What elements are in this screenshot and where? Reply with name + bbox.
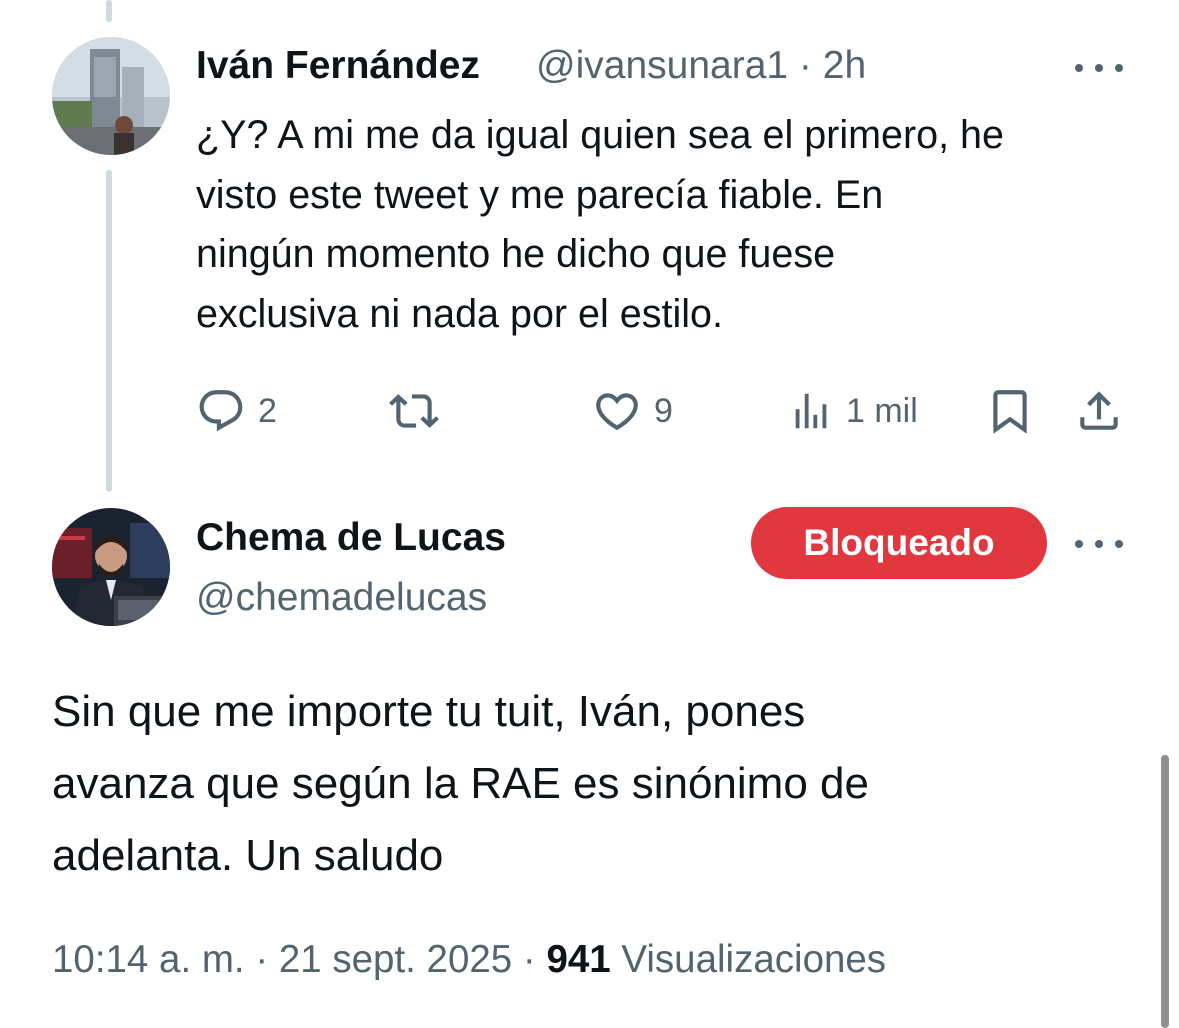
like-count: 9 xyxy=(654,391,673,430)
retweet-icon xyxy=(389,394,439,428)
reply-button[interactable]: 2 xyxy=(196,385,277,437)
bookmark-icon xyxy=(993,390,1027,434)
views-icon xyxy=(795,393,827,429)
separator-dot: · xyxy=(798,44,812,87)
thread-line-top xyxy=(106,0,112,22)
reply-time[interactable]: 2h xyxy=(823,44,866,87)
reply-handle[interactable]: @ivansunara1 · 2h xyxy=(536,44,866,88)
more-icon[interactable] xyxy=(1075,534,1123,554)
reply-count: 2 xyxy=(258,391,277,430)
views-label: Visualizaciones xyxy=(621,938,887,981)
views-button[interactable]: 1 mil xyxy=(788,385,918,437)
retweet-button[interactable] xyxy=(386,385,454,437)
share-button[interactable] xyxy=(1074,385,1124,437)
tweet-time[interactable]: 10:14 a. m. xyxy=(52,938,245,981)
reply-tweet-text: ¿Y? A mi me da igual quien sea el primer… xyxy=(196,113,1004,336)
separator-dot: · xyxy=(522,938,536,981)
reply-icon xyxy=(199,390,243,432)
share-icon xyxy=(1080,391,1118,430)
tweet-meta: 10:14 a. m. · 21 sept. 2025 · 941 Visual… xyxy=(52,938,886,982)
avatar[interactable] xyxy=(52,37,170,155)
tweet-date[interactable]: 21 sept. 2025 xyxy=(279,938,512,981)
separator-dot: · xyxy=(255,938,269,981)
main-handle[interactable]: @chemadelucas xyxy=(196,576,487,620)
more-icon[interactable] xyxy=(1075,58,1123,78)
bookmark-button[interactable] xyxy=(985,385,1035,437)
main-display-name[interactable]: Chema de Lucas xyxy=(196,516,506,560)
blocked-button[interactable]: Bloqueado xyxy=(751,507,1047,579)
reply-display-name[interactable]: Iván Fernández xyxy=(196,44,480,88)
views-count: 1 mil xyxy=(846,391,918,430)
thread-line-bottom xyxy=(106,170,112,492)
like-icon xyxy=(596,393,638,431)
scrollbar[interactable] xyxy=(1161,755,1169,1028)
views-count: 941 xyxy=(546,938,611,981)
avatar-photo-ivan xyxy=(52,37,170,155)
reply-handle-text[interactable]: @ivansunara1 xyxy=(536,44,788,87)
avatar-photo-chema xyxy=(52,508,170,626)
like-button[interactable]: 9 xyxy=(592,385,673,437)
main-tweet-text: Sin que me importe tu tuit, Iván, pones … xyxy=(52,687,869,880)
avatar[interactable] xyxy=(52,508,170,626)
